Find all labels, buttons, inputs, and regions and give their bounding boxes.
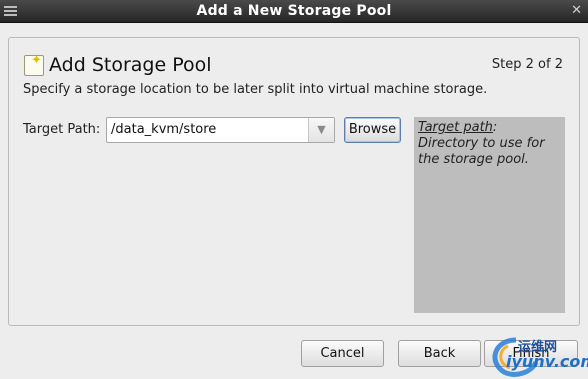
finish-button[interactable]: Finish [484, 340, 578, 367]
window-title: Add a New Storage Pool [196, 3, 392, 19]
chevron-down-icon[interactable]: ▼ [308, 118, 334, 142]
star-icon: ✦ [31, 53, 42, 68]
target-path-label: Target Path: [23, 122, 101, 137]
cancel-button[interactable]: Cancel [301, 340, 384, 367]
browse-button[interactable]: Browse [344, 117, 401, 143]
back-button[interactable]: Back [398, 340, 481, 367]
page-subtitle: Specify a storage location to be later s… [23, 82, 488, 97]
help-term: Target path [418, 120, 493, 135]
window-titlebar: Add a New Storage Pool ✕ [0, 0, 588, 23]
target-path-input[interactable]: /data_kvm/store [111, 122, 216, 137]
storage-pool-icon: ✦ [24, 53, 44, 76]
help-panel: Target path: Directory to use for the st… [414, 117, 565, 313]
step-indicator: Step 2 of 2 [491, 57, 563, 72]
target-path-combo[interactable]: /data_kvm/store ▼ [106, 117, 335, 143]
close-icon[interactable]: ✕ [571, 3, 582, 18]
page-title: Add Storage Pool [49, 54, 212, 76]
wizard-panel: ✦ Add Storage Pool Step 2 of 2 Specify a… [8, 37, 580, 326]
